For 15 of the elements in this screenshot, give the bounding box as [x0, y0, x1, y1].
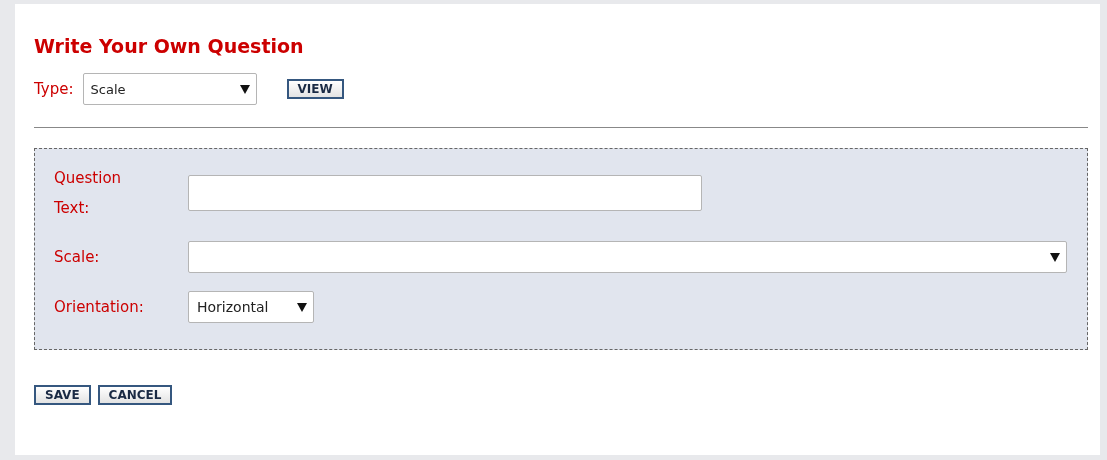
dropdown[interactable] [188, 241, 1067, 273]
dropdown[interactable]: Scale [82, 73, 257, 105]
caret-icon [297, 302, 307, 312]
text-field[interactable] [188, 175, 702, 211]
caret-icon [239, 84, 250, 94]
field-label: Scale: [54, 247, 101, 268]
view-button[interactable]: VIEW [286, 79, 344, 99]
field-label: Type: [34, 80, 74, 98]
field-label: Orientation: [54, 297, 145, 318]
action-button[interactable]: SAVE [34, 385, 91, 405]
dropdown[interactable]: Horizontal [188, 291, 314, 323]
page-title: Write Your Own Question [34, 34, 305, 59]
caret-icon [1050, 252, 1060, 262]
action-button[interactable]: CANCEL [97, 385, 173, 405]
field-label: Question Text: [54, 168, 123, 219]
